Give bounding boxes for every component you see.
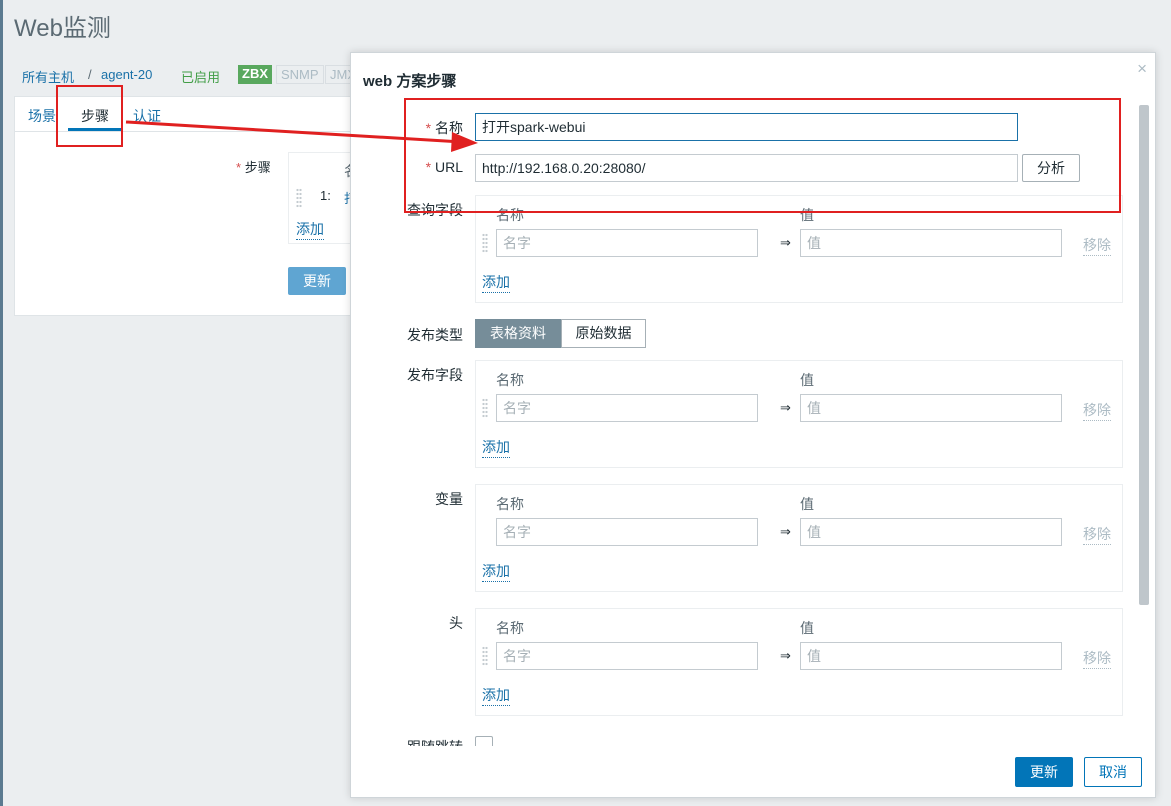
annotation-arrow-shaft bbox=[125, 120, 463, 144]
annotation-arrow bbox=[125, 120, 478, 152]
annotation-arrow-head bbox=[451, 132, 478, 152]
